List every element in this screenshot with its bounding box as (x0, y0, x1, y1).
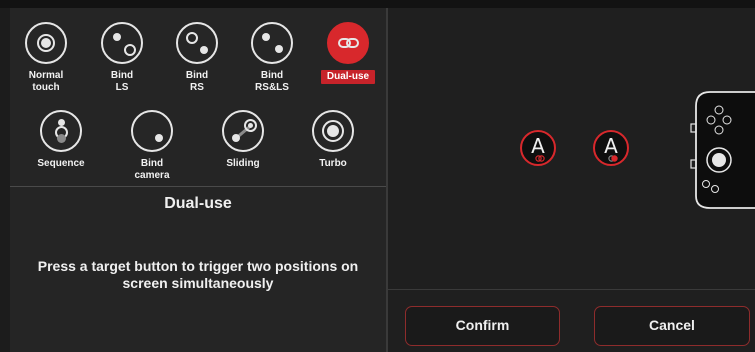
mode-description: Press a target button to trigger two pos… (37, 258, 359, 291)
cancel-button[interactable]: Cancel (594, 306, 750, 346)
action-divider (388, 289, 755, 290)
preview-button-a-2[interactable]: A (593, 130, 629, 166)
mode-normal-touch[interactable]: Normal touch (8, 22, 84, 94)
mode-label: Bind RS&LS (255, 70, 289, 93)
bind-camera-icon (131, 110, 173, 152)
mode-turbo[interactable]: Turbo (295, 110, 371, 170)
dual-use-badge-icon (535, 155, 545, 162)
dual-use-icon (327, 22, 369, 64)
bind-ls-icon (101, 22, 143, 64)
bind-rsls-icon (251, 22, 293, 64)
sliding-icon (222, 110, 264, 152)
mode-label: Dual-use (320, 70, 376, 84)
turbo-icon (312, 110, 354, 152)
panel-divider (386, 8, 388, 352)
mode-label: Turbo (319, 158, 347, 169)
mode-label: Normal touch (28, 70, 64, 93)
mode-bind-rsls[interactable]: Bind RS&LS (234, 22, 310, 94)
mode-label: Bind camera (134, 158, 170, 181)
controller-icon (690, 91, 755, 209)
mode-bind-ls[interactable]: Bind LS (84, 22, 160, 94)
preview-button-a-1[interactable]: A (520, 130, 556, 166)
mode-bind-rs[interactable]: Bind RS (159, 22, 235, 94)
mode-sliding[interactable]: Sliding (205, 110, 281, 170)
mode-label: Bind RS (185, 70, 209, 93)
mode-bind-camera[interactable]: Bind camera (114, 110, 190, 182)
mode-label: Sequence (37, 158, 85, 169)
mode-sequence[interactable]: Sequence (23, 110, 99, 170)
top-bar (0, 0, 755, 8)
mode-label: Sliding (226, 158, 260, 169)
dual-use-badge-icon (608, 155, 618, 162)
section-divider (10, 186, 386, 187)
bind-rs-icon (176, 22, 218, 64)
mode-label: Bind LS (110, 70, 134, 93)
mode-dual-use[interactable]: Dual-use (310, 22, 386, 84)
mode-title: Dual-use (164, 195, 232, 212)
normal-touch-icon (25, 22, 67, 64)
confirm-button[interactable]: Confirm (405, 306, 560, 346)
sequence-icon (40, 110, 82, 152)
